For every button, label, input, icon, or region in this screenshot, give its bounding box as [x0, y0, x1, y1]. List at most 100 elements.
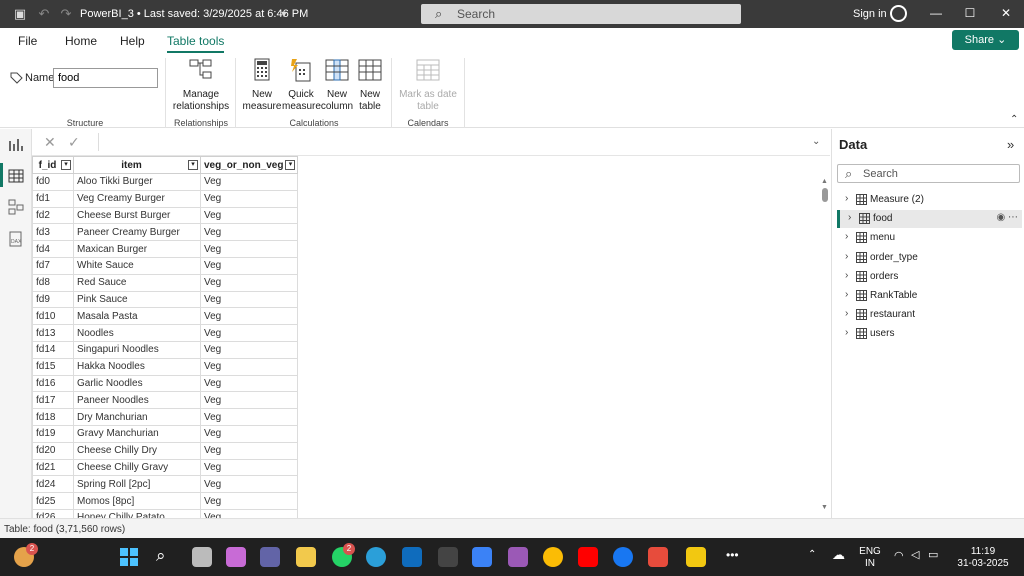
table-cell[interactable]: Veg	[199, 206, 299, 225]
power-automate-icon[interactable]	[438, 547, 458, 567]
language-indicator[interactable]: ENG IN	[856, 546, 884, 570]
tray-chevron-icon[interactable]: ⌃	[808, 549, 816, 560]
table-row[interactable]: fd15 Hakka Noodles Veg	[32, 357, 299, 376]
report-view-icon[interactable]	[8, 137, 24, 153]
table-row[interactable]: fd24 Spring Roll [2pc] Veg	[32, 475, 299, 494]
table-cell[interactable]: Veg	[199, 307, 299, 326]
table-cell[interactable]: Noodles	[73, 324, 201, 342]
wps-icon[interactable]	[648, 547, 668, 567]
tab-table-tools[interactable]: Table tools	[167, 34, 225, 53]
table-cell[interactable]: Veg	[199, 173, 299, 191]
filter-dropdown-icon[interactable]: ▾	[285, 160, 296, 170]
table-cell[interactable]: Veg Creamy Burger	[73, 189, 201, 208]
field-list-item[interactable]: › restaurant	[837, 306, 1022, 324]
column-header[interactable]: veg_or_non_veg ▾	[199, 156, 299, 174]
table-row[interactable]: fd25 Momos [8pc] Veg	[32, 492, 299, 510]
table-cell[interactable]: Veg	[199, 475, 299, 494]
expand-formula-icon[interactable]: ⌄	[812, 136, 820, 147]
scroll-up-icon[interactable]: ▲	[821, 178, 828, 185]
vertical-scrollbar[interactable]: ▲ ▼	[820, 178, 830, 518]
table-row[interactable]: fd10 Masala Pasta Veg	[32, 307, 299, 326]
table-cell[interactable]: Paneer Noodles	[73, 391, 201, 410]
table-row[interactable]: fd20 Cheese Chilly Dry Veg	[32, 441, 299, 460]
teams-icon[interactable]	[260, 547, 280, 567]
field-list-item[interactable]: › Measure (2)	[837, 191, 1022, 209]
table-cell[interactable]: Honey Chilly Patato	[73, 508, 201, 518]
name-field[interactable]	[53, 68, 158, 88]
field-list-item[interactable]: › users	[837, 325, 1022, 343]
table-cell[interactable]: fd19	[32, 424, 74, 443]
collapse-pane-icon[interactable]: »	[1007, 137, 1014, 152]
table-cell[interactable]: Veg	[199, 324, 299, 342]
table-cell[interactable]: Veg	[199, 240, 299, 258]
edge-icon[interactable]	[366, 547, 386, 567]
table-cell[interactable]: Veg	[199, 408, 299, 426]
table-row[interactable]: fd26 Honey Chilly Patato Veg	[32, 508, 299, 518]
table-row[interactable]: fd18 Dry Manchurian Veg	[32, 408, 299, 426]
search-icon[interactable]: ⌕	[156, 546, 166, 566]
table-cell[interactable]: Veg	[199, 441, 299, 460]
table-cell[interactable]: fd4	[32, 240, 74, 258]
field-list-item[interactable]: › food ◉ ⋯	[837, 210, 1022, 229]
table-row[interactable]: fd3 Paneer Creamy Burger Veg	[32, 223, 299, 242]
table-cell[interactable]: fd8	[32, 273, 74, 292]
field-list-item[interactable]: › orders	[837, 268, 1022, 286]
table-cell[interactable]: Veg	[199, 508, 299, 518]
table-cell[interactable]: Cheese Chilly Gravy	[73, 458, 201, 477]
table-cell[interactable]: Red Sauce	[73, 273, 201, 292]
chevron-right-icon[interactable]: ›	[845, 193, 848, 204]
m365-icon[interactable]	[508, 547, 528, 567]
new-measure-button[interactable]: New measure	[242, 58, 282, 113]
table-cell[interactable]: fd20	[32, 441, 74, 460]
table-row[interactable]: fd4 Maxican Burger Veg	[32, 240, 299, 258]
tab-home[interactable]: Home	[65, 34, 97, 48]
table-cell[interactable]: Veg	[199, 256, 299, 275]
chevron-right-icon[interactable]: ›	[845, 231, 848, 242]
table-cell[interactable]: Veg	[199, 223, 299, 242]
table-cell[interactable]: Cheese Chilly Dry	[73, 441, 201, 460]
table-view-icon[interactable]	[8, 168, 24, 184]
undo-icon[interactable]: ↶	[36, 6, 52, 22]
table-cell[interactable]: fd24	[32, 475, 74, 494]
table-row[interactable]: fd1 Veg Creamy Burger Veg	[32, 189, 299, 208]
table-cell[interactable]: fd14	[32, 340, 74, 359]
table-cell[interactable]: Pink Sauce	[73, 290, 201, 309]
table-cell[interactable]: fd25	[32, 492, 74, 510]
share-button[interactable]: Share ⌄	[952, 30, 1019, 50]
table-cell[interactable]: fd1	[32, 189, 74, 208]
copilot-icon[interactable]	[226, 547, 246, 567]
tab-help[interactable]: Help	[120, 34, 145, 48]
manage-relationships-button[interactable]: Manage relationships	[172, 58, 230, 113]
chrome-icon[interactable]	[543, 547, 563, 567]
new-column-button[interactable]: New column	[320, 58, 354, 113]
task-view-icon[interactable]	[192, 547, 212, 567]
table-cell[interactable]: fd16	[32, 374, 74, 393]
more-options-icon[interactable]: ◉ ⋯	[996, 212, 1018, 223]
start-icon[interactable]	[120, 548, 138, 566]
table-cell[interactable]: White Sauce	[73, 256, 201, 275]
table-cell[interactable]: Veg	[199, 340, 299, 359]
powerbi-icon[interactable]	[686, 547, 706, 567]
table-cell[interactable]: fd21	[32, 458, 74, 477]
search-box[interactable]: ⌕ Search	[421, 4, 741, 24]
chevron-right-icon[interactable]: ›	[845, 289, 848, 300]
table-cell[interactable]: Momos [8pc]	[73, 492, 201, 510]
outlook-icon[interactable]	[402, 547, 422, 567]
quick-measure-button[interactable]: Quick measure	[282, 58, 321, 113]
table-cell[interactable]: Maxican Burger	[73, 240, 201, 258]
chevron-right-icon[interactable]: ›	[845, 327, 848, 338]
column-header[interactable]: f_id ▾	[32, 156, 74, 174]
youtube-icon[interactable]	[578, 547, 598, 567]
table-row[interactable]: fd9 Pink Sauce Veg	[32, 290, 299, 309]
facebook-icon[interactable]	[613, 547, 633, 567]
battery-icon[interactable]: ▭	[928, 548, 938, 561]
data-search-input[interactable]: ⌕ Search	[837, 164, 1020, 183]
table-cell[interactable]: Dry Manchurian	[73, 408, 201, 426]
new-table-button[interactable]: New table	[355, 58, 385, 113]
table-cell[interactable]: fd10	[32, 307, 74, 326]
save-icon[interactable]: ▣	[12, 6, 28, 22]
more-apps-icon[interactable]: •••	[726, 548, 739, 562]
table-cell[interactable]: Garlic Noodles	[73, 374, 201, 393]
table-cell[interactable]: Gravy Manchurian	[73, 424, 201, 443]
document-title[interactable]: PowerBI_3 • Last saved: 3/29/2025 at 6:4…	[80, 8, 308, 20]
